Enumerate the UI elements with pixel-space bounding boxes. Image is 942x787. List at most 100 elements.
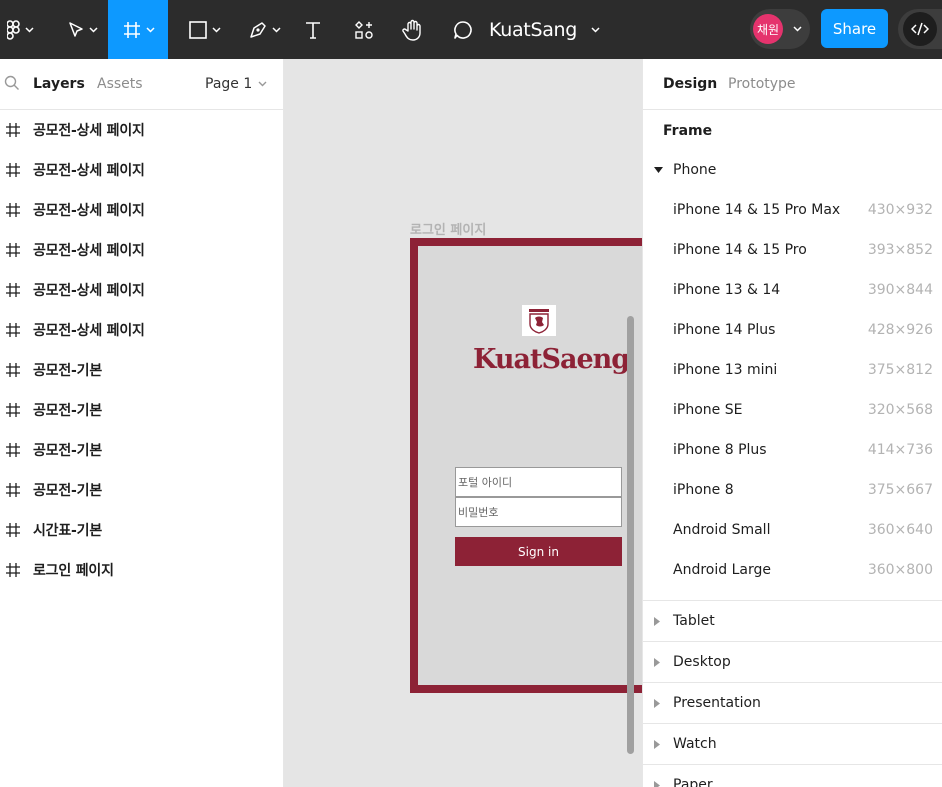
frame-section-title: Frame bbox=[663, 123, 713, 139]
preset-size: 320×568 bbox=[867, 402, 933, 418]
tab-assets[interactable]: Assets bbox=[97, 76, 143, 92]
caret-right-icon bbox=[654, 780, 660, 787]
frame-preset-item[interactable]: Android Small 360×640 bbox=[643, 510, 942, 550]
frame-icon bbox=[6, 403, 20, 417]
chevron-down-icon bbox=[271, 26, 281, 33]
chevron-down-icon bbox=[211, 26, 221, 33]
layer-label: 공모전-기본 bbox=[33, 363, 103, 379]
frame-preset-item[interactable]: iPhone SE 320×568 bbox=[643, 390, 942, 430]
group-label: Desktop bbox=[673, 654, 731, 670]
comment-tool-button[interactable] bbox=[446, 0, 480, 59]
move-tool-button[interactable] bbox=[56, 0, 108, 59]
chevron-down-icon bbox=[793, 26, 802, 32]
layer-row[interactable]: 공모전-상세 페이지 bbox=[0, 190, 283, 230]
frame-group-presentation[interactable]: Presentation bbox=[643, 683, 942, 723]
frame-preset-item[interactable]: iPhone 13 & 14 390×844 bbox=[643, 270, 942, 310]
caret-right-icon bbox=[654, 698, 660, 708]
layer-row[interactable]: 공모전-기본 bbox=[0, 350, 283, 390]
frame-icon bbox=[6, 323, 20, 337]
group-label: Presentation bbox=[673, 695, 761, 711]
file-name[interactable]: KuatSang bbox=[489, 0, 577, 59]
preset-size: 375×812 bbox=[867, 362, 933, 378]
group-label: Paper bbox=[673, 777, 713, 787]
group-label: Watch bbox=[673, 736, 717, 752]
group-label: Tablet bbox=[673, 613, 715, 629]
main-menu-button[interactable] bbox=[0, 0, 40, 59]
tab-layers[interactable]: Layers bbox=[33, 76, 85, 92]
password-field[interactable]: 비밀번호 bbox=[455, 497, 622, 527]
frame-title[interactable]: 로그인 페이지 bbox=[410, 219, 486, 238]
login-frame[interactable]: KuatSaeng 포털 아이디 비밀번호 Sign in bbox=[410, 238, 642, 693]
preset-size: 414×736 bbox=[867, 442, 933, 458]
file-menu-button[interactable] bbox=[586, 0, 604, 59]
shape-tool-button[interactable] bbox=[178, 0, 230, 59]
layer-label: 공모전-상세 페이지 bbox=[33, 163, 145, 179]
caret-right-icon bbox=[654, 657, 660, 667]
right-panel: Design Prototype Frame Phone iPhone 14 &… bbox=[642, 59, 942, 787]
layer-row[interactable]: 로그인 페이지 bbox=[0, 550, 283, 590]
layer-row[interactable]: 공모전-상세 페이지 bbox=[0, 110, 283, 150]
sign-in-button[interactable]: Sign in bbox=[455, 537, 622, 566]
frame-preset-item[interactable]: iPhone 14 & 15 Pro Max 430×932 bbox=[643, 190, 942, 230]
caret-right-icon bbox=[654, 739, 660, 749]
chevron-down-icon bbox=[258, 81, 267, 87]
portal-id-field[interactable]: 포털 아이디 bbox=[455, 467, 622, 497]
frame-preset-item[interactable]: iPhone 14 Plus 428×926 bbox=[643, 310, 942, 350]
frame-icon bbox=[123, 21, 140, 38]
hand-icon bbox=[402, 19, 421, 41]
dev-mode-inner bbox=[903, 12, 937, 46]
preset-size: 428×926 bbox=[867, 322, 933, 338]
search-icon[interactable] bbox=[4, 75, 20, 91]
frame-group-tablet[interactable]: Tablet bbox=[643, 601, 942, 641]
layer-label: 공모전-기본 bbox=[33, 403, 103, 419]
frame-group-paper[interactable]: Paper bbox=[643, 765, 942, 787]
tab-prototype[interactable]: Prototype bbox=[728, 76, 796, 92]
frame-group-desktop[interactable]: Desktop bbox=[643, 642, 942, 682]
rectangle-icon bbox=[188, 20, 207, 39]
layer-row[interactable]: 공모전-상세 페이지 bbox=[0, 270, 283, 310]
canvas-scrollbar[interactable] bbox=[627, 316, 634, 754]
avatar: 채원 bbox=[753, 14, 783, 44]
phone-group-header[interactable]: Phone bbox=[643, 150, 942, 190]
frame-group-watch[interactable]: Watch bbox=[643, 724, 942, 764]
frame-preset-item[interactable]: iPhone 8 375×667 bbox=[643, 470, 942, 510]
layer-row[interactable]: 공모전-기본 bbox=[0, 430, 283, 470]
frame-preset-item[interactable]: iPhone 8 Plus 414×736 bbox=[643, 430, 942, 470]
chevron-down-icon bbox=[145, 26, 155, 33]
page-selector[interactable]: Page 1 bbox=[205, 76, 267, 92]
hand-tool-button[interactable] bbox=[396, 0, 430, 59]
layer-row[interactable]: 공모전-상세 페이지 bbox=[0, 230, 283, 270]
preset-size: 375×667 bbox=[867, 482, 933, 498]
left-panel: Layers Assets Page 1 공모전-상세 페이지 공모전-상세 페이… bbox=[0, 59, 284, 787]
chevron-down-icon bbox=[88, 26, 98, 33]
caret-down-icon bbox=[654, 167, 663, 173]
frame-tool-button[interactable] bbox=[108, 0, 168, 59]
layer-row[interactable]: 시간표-기본 bbox=[0, 510, 283, 550]
canvas[interactable]: 로그인 페이지 KuatSaeng 포털 아이디 비밀번호 Sign in bbox=[285, 59, 642, 787]
phone-group-label: Phone bbox=[673, 162, 717, 178]
preset-name: iPhone 14 & 15 Pro bbox=[673, 242, 807, 258]
layer-label: 로그인 페이지 bbox=[33, 563, 114, 579]
preset-size: 360×800 bbox=[867, 562, 933, 578]
layer-row[interactable]: 공모전-기본 bbox=[0, 470, 283, 510]
dev-mode-toggle[interactable] bbox=[898, 9, 942, 49]
resources-button[interactable] bbox=[346, 0, 382, 59]
preset-name: Android Small bbox=[673, 522, 771, 538]
layer-row[interactable]: 공모전-상세 페이지 bbox=[0, 150, 283, 190]
layer-row[interactable]: 공모전-상세 페이지 bbox=[0, 310, 283, 350]
frame-icon bbox=[6, 243, 20, 257]
user-menu[interactable]: 채원 bbox=[750, 9, 810, 49]
frame-icon bbox=[6, 443, 20, 457]
frame-icon bbox=[6, 123, 20, 137]
pen-tool-button[interactable] bbox=[238, 0, 290, 59]
layer-label: 공모전-기본 bbox=[33, 483, 103, 499]
frame-preset-item[interactable]: Android Large 360×800 bbox=[643, 550, 942, 590]
tiger-crest-icon bbox=[529, 308, 549, 334]
share-button[interactable]: Share bbox=[821, 9, 888, 48]
university-logo bbox=[522, 305, 556, 336]
layer-row[interactable]: 공모전-기본 bbox=[0, 390, 283, 430]
tab-design[interactable]: Design bbox=[663, 76, 717, 92]
frame-preset-item[interactable]: iPhone 13 mini 375×812 bbox=[643, 350, 942, 390]
text-tool-button[interactable] bbox=[298, 0, 328, 59]
frame-preset-item[interactable]: iPhone 14 & 15 Pro 393×852 bbox=[643, 230, 942, 270]
